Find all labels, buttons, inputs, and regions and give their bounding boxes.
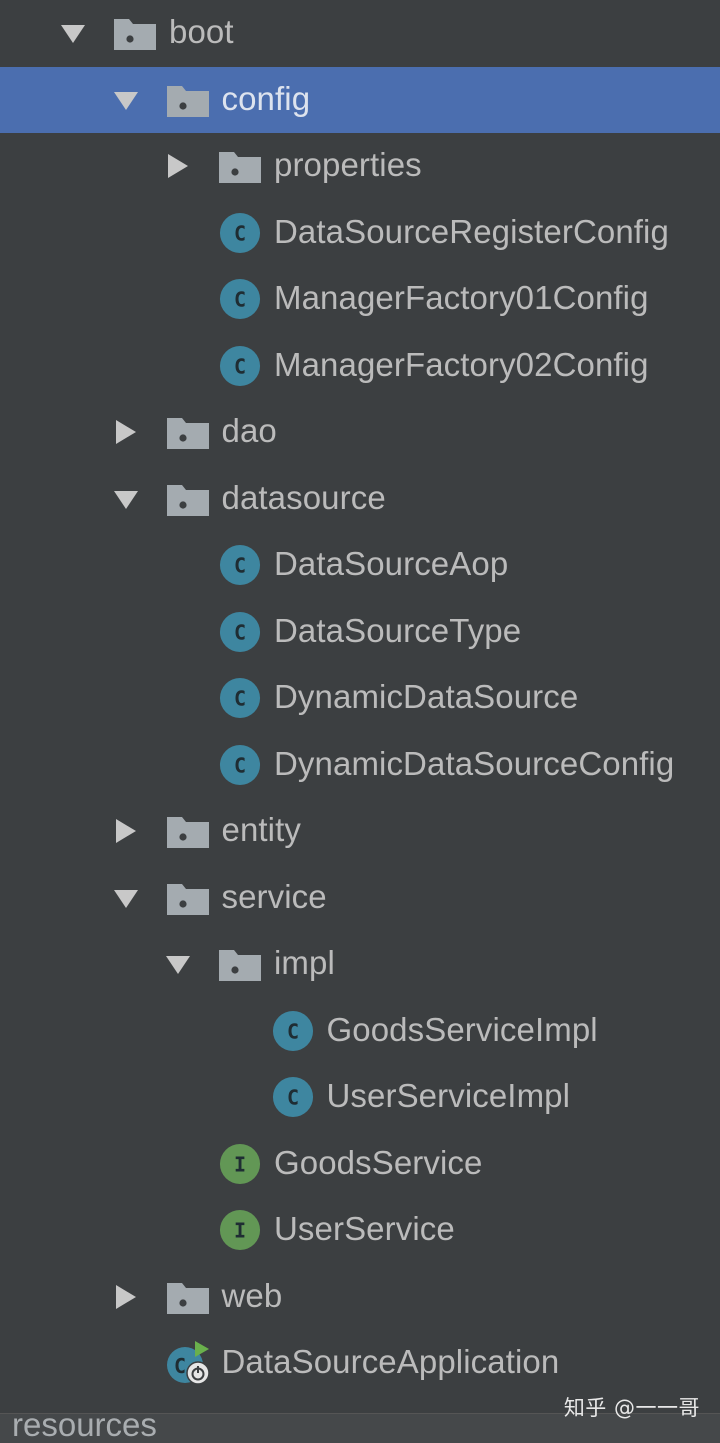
tree-item-label: GoodsServiceImpl [326,1010,598,1048]
svg-text:C: C [173,1354,185,1378]
tree-item-impl[interactable]: impl [0,931,720,998]
tree-item-label: ManagerFactory02Config [274,345,649,383]
tree-item-label: boot [169,13,234,51]
tree-item-label: DynamicDataSource [274,678,579,716]
tree-item-properties[interactable]: properties [0,133,720,200]
svg-text:C: C [234,554,246,578]
spring-boot-application-icon: C [165,1339,213,1387]
tree-item-data-source-aop[interactable]: C DataSourceAop [0,532,720,599]
tree-item-goods-service-impl[interactable]: C GoodsServiceImpl [0,998,720,1065]
chevron-right-icon[interactable] [166,154,190,179]
tree-item-data-source-type[interactable]: C DataSourceType [0,599,720,666]
chevron-down-icon[interactable] [113,886,138,910]
tree-item-label: config [221,79,311,117]
tree-item-label: DataSourceType [274,611,522,649]
watermark: 知乎 @一一哥 [563,1396,700,1420]
java-class-icon: C [272,1010,314,1052]
java-class-icon: C [272,1076,314,1118]
tree-item-data-source-application[interactable]: C DataSourceApplication [0,1330,720,1397]
package-folder-icon [166,881,209,915]
svg-text:C: C [234,753,246,777]
java-class-icon: C [219,278,261,320]
tree-item-label: UserServiceImpl [326,1077,571,1115]
tree-item-goods-service[interactable]: I GoodsService [0,1131,720,1198]
chevron-right-icon[interactable] [114,420,138,445]
tree-item-dao[interactable]: dao [0,399,720,466]
tree-item-label: web [221,1276,283,1314]
tree-item-label: DynamicDataSourceConfig [274,744,675,782]
tree-item-label: entity [221,811,301,849]
svg-text:C: C [234,354,246,378]
chevron-down-icon[interactable] [61,21,85,45]
tree-item-manager-factory01-config[interactable]: C ManagerFactory01Config [0,266,720,333]
java-interface-icon: I [219,1209,261,1251]
tree-item-dynamic-data-source[interactable]: C DynamicDataSource [0,665,720,732]
package-folder-icon [219,149,261,184]
java-class-icon: C [219,677,261,719]
tree-item-config[interactable]: config [0,66,720,133]
tree-item-label: dao [221,412,277,450]
tree-item-label: service [221,877,327,915]
java-class-icon: C [219,345,261,387]
chevron-down-icon[interactable] [113,487,138,511]
svg-text:C: C [286,1019,298,1043]
java-class-icon: C [219,544,261,586]
java-interface-icon: I [219,1143,261,1185]
tree-item-manager-factory02-config[interactable]: C ManagerFactory02Config [0,333,720,400]
svg-text:C: C [234,288,246,312]
tree-item-user-service-impl[interactable]: C UserServiceImpl [0,1064,720,1131]
chevron-right-icon[interactable] [114,1284,138,1309]
java-class-icon: C [219,212,261,254]
package-folder-icon [166,814,209,849]
tree-item-label: DataSourceApplication [221,1343,560,1381]
tree-item-label: datasource [221,478,386,516]
tree-item-datasource[interactable]: datasource [0,466,720,533]
tree-item-dynamic-data-source-config[interactable]: C DynamicDataSourceConfig [0,732,720,799]
svg-text:C: C [234,687,246,711]
tree-item-label: properties [274,146,422,184]
package-folder-icon [166,1280,209,1314]
package-folder-icon [166,482,209,516]
svg-text:I: I [234,1219,246,1243]
tree-item-label: UserService [274,1210,455,1248]
tree-item-web[interactable]: web [0,1264,720,1331]
package-folder-icon [166,83,209,117]
tree-item-service[interactable]: service [0,865,720,932]
svg-text:I: I [234,1152,246,1176]
svg-text:C: C [286,1086,298,1110]
svg-text:C: C [234,620,246,644]
project-tree: boot config properties C DataSourceRegisterC… [0,0,720,1397]
resources-label: resources [12,1413,157,1443]
svg-text:C: C [234,221,246,245]
package-folder-icon [114,16,156,51]
tree-item-data-source-register-config[interactable]: C DataSourceRegisterConfig [0,200,720,267]
java-class-icon: C [219,744,261,786]
chevron-right-icon[interactable] [114,819,138,844]
chevron-down-icon[interactable] [113,88,138,112]
package-folder-icon [219,947,261,982]
tree-item-user-service[interactable]: I UserService [0,1197,720,1264]
tree-item-label: DataSourceRegisterConfig [274,212,669,250]
tree-item-label: DataSourceAop [274,545,509,583]
tree-item-label: GoodsService [274,1143,483,1181]
tree-item-label: ManagerFactory01Config [274,279,649,317]
tree-item-label: impl [274,944,335,982]
chevron-down-icon[interactable] [166,952,190,976]
tree-item-entity[interactable]: entity [0,798,720,865]
tree-item-boot[interactable]: boot [0,0,720,67]
package-folder-icon [166,415,209,450]
java-class-icon: C [219,611,261,653]
